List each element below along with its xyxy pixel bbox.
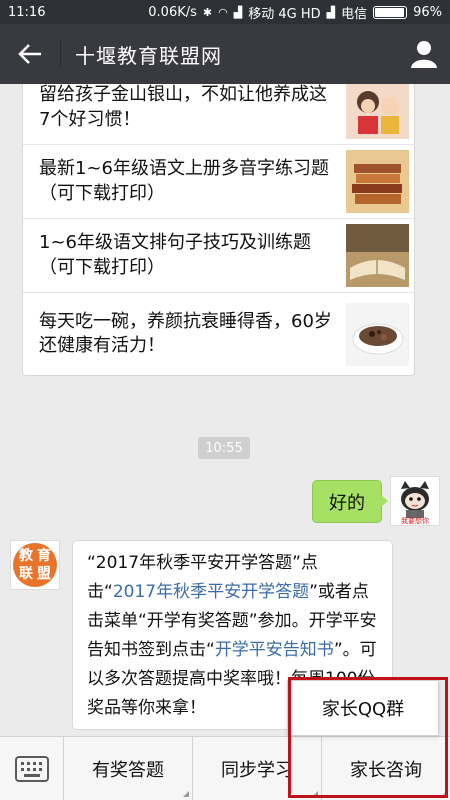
bottom-menu-bar: 有奖答题 同步学习 家长咨询 [0,736,450,800]
article-thumbnail [346,302,409,366]
menu-label: 同步学习 [221,759,293,781]
carrier-label: 移动 4G HD [248,6,321,22]
keyboard-toggle-button[interactable] [0,737,64,800]
profile-button[interactable] [408,38,440,70]
article-thumbnail [346,224,409,287]
net-speed: 0.06K/s [148,4,197,20]
article-thumbnail [346,150,409,213]
avatar-caption: 我要想你 [401,516,429,525]
timestamp-badge: 10:55 [198,437,250,459]
article-title: 每天吃一碗，养颜抗衰睡得香，60岁还健康有活力！ [39,310,332,356]
logo-char: 盟 [37,566,51,582]
status-bar: 11:16 0.06K/s ✱ ◠ ▟ 移动 4G HD ▟ 电信 96% [0,0,450,24]
account-avatar[interactable]: 教 育 联 盟 [10,540,60,590]
submenu-indicator-icon [312,791,318,797]
menu-label: 家长咨询 [350,759,422,781]
cartoon-avatar-icon: 我要想你 [401,481,429,525]
article-item[interactable]: 留给孩子金山银山，不如让他养成这7个好习惯！ [23,84,414,145]
battery-fill [375,7,404,17]
article-title: 1~6年级语文排句子技巧及训练题（可下载打印） [39,232,311,278]
header: 十堰教育联盟网 [0,24,450,84]
article-title: 留给孩子金山银山，不如让他养成这7个好习惯！ [39,84,327,130]
menu-study[interactable]: 同步学习 [193,737,322,800]
submenu-indicator-icon [441,791,447,797]
page-title: 十堰教育联盟网 [75,43,222,68]
submenu-label: 家长QQ群 [321,699,405,720]
menu-quiz[interactable]: 有奖答题 [64,737,193,800]
quiz-link[interactable]: 2017年秋季平安开学答题 [113,582,309,602]
article-item[interactable]: 1~6年级语文排句子技巧及训练题（可下载打印） [23,219,414,293]
user-avatar[interactable]: 我要想你 [390,476,440,526]
user-icon [411,41,437,68]
status-indicators: 0.06K/s ✱ ◠ ▟ 移动 4G HD ▟ 电信 96% [148,3,442,22]
education-logo: 教 育 联 盟 [13,543,57,587]
keyboard-icon [14,755,49,782]
article-item[interactable]: 每天吃一碗，养颜抗衰睡得香，60岁还健康有活力！ [23,293,414,375]
menu-label: 有奖答题 [92,759,164,781]
article-card: 留给孩子金山银山，不如让他养成这7个好习惯！ 最新1~6年级语文上册多音字练习题… [22,84,415,376]
signal-icon-2: ▟ [326,5,336,19]
logo-char: 联 [19,566,33,582]
article-title: 最新1~6年级语文上册多音字练习题（可下载打印） [39,158,329,204]
battery-label: 96% [413,4,442,20]
back-arrow-icon [18,44,41,64]
chat-area[interactable]: 留给孩子金山银山，不如让他养成这7个好习惯！ 最新1~6年级语文上册多音字练习题… [0,84,450,736]
wifi-icon: ◠ [218,5,228,19]
header-divider [60,40,61,68]
menu-parent-consult[interactable]: 家长咨询 [322,737,450,800]
article-thumbnail [346,84,409,139]
status-time: 11:16 [8,4,46,20]
bluetooth-icon: ✱ [202,5,213,19]
submenu-qq-group[interactable]: 家长QQ群 [287,680,439,736]
battery-icon [373,5,408,19]
carrier2-label: 电信 [341,6,368,22]
submenu-indicator-icon [183,791,189,797]
user-message-bubble[interactable]: 好的 [312,480,388,523]
notice-link[interactable]: 开学平安告知书 [215,640,334,660]
logo-char: 教 [19,548,33,564]
signal-icon: ▟ [233,5,243,19]
back-button[interactable] [0,24,60,84]
logo-char: 育 [37,548,51,564]
article-item[interactable]: 最新1~6年级语文上册多音字练习题（可下载打印） [23,145,414,219]
